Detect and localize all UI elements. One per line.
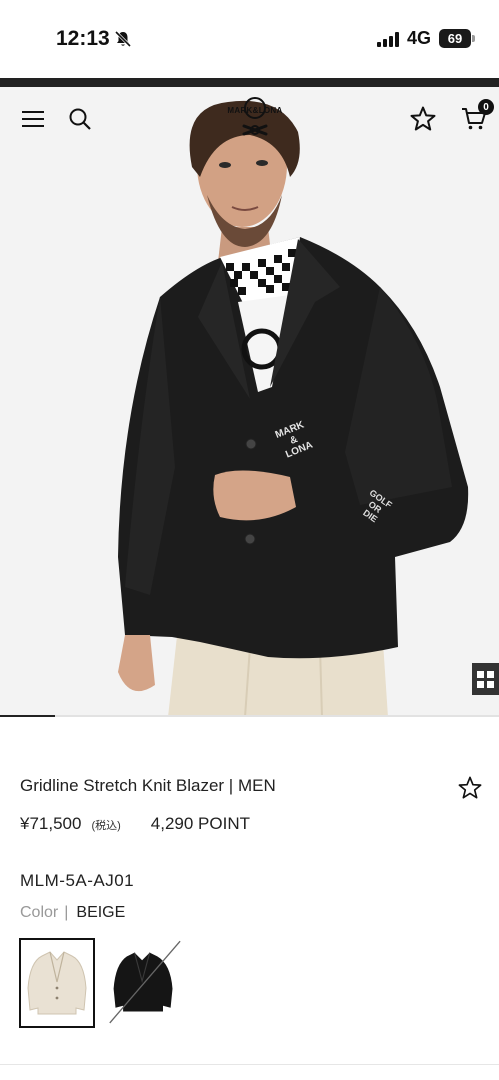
- grid-icon: [477, 670, 494, 688]
- color-label: Color: [20, 904, 59, 921]
- selected-color: BEIGE: [76, 904, 126, 921]
- product-price: ¥71,500: [20, 814, 82, 833]
- logo-text: MARK&LONA: [227, 106, 283, 115]
- grid-view-toggle[interactable]: [472, 663, 499, 695]
- status-time: 12:13: [56, 27, 132, 51]
- cart-count-badge: 0: [478, 99, 494, 115]
- battery-icon: 69: [439, 29, 475, 48]
- favorites-star-icon[interactable]: [409, 105, 437, 133]
- menu-icon[interactable]: [19, 105, 47, 133]
- add-to-favorites-star-icon[interactable]: [458, 776, 484, 802]
- battery-level: 69: [439, 29, 471, 48]
- color-swatch-black-unavailable[interactable]: [106, 938, 182, 1028]
- carousel-progress: [0, 715, 499, 717]
- network-type: 4G: [406, 28, 431, 48]
- bell-slash-icon: [114, 30, 131, 48]
- status-indicators: 4G 69: [376, 28, 475, 49]
- carousel-progress-fill: [0, 715, 55, 717]
- logo-skull-icon: [242, 97, 268, 136]
- product-image-carousel[interactable]: MARK & LONA GOLF OR DIE: [0, 87, 499, 717]
- cart-icon[interactable]: 0: [460, 99, 494, 133]
- section-divider: [0, 1064, 499, 1065]
- black-blazer-thumbnail: [109, 940, 181, 1024]
- search-icon[interactable]: [66, 105, 94, 133]
- brand-logo[interactable]: MARK&LONA: [222, 96, 288, 138]
- top-divider: [0, 78, 499, 87]
- color-swatch-beige[interactable]: [19, 938, 95, 1028]
- tax-note: (税込): [91, 820, 121, 832]
- product-name: Gridline Stretch Knit Blazer | MEN: [20, 776, 276, 795]
- color-separator: |: [64, 904, 69, 921]
- product-sku: MLM-5A-AJ01: [20, 871, 135, 890]
- beige-blazer-thumbnail: [27, 951, 87, 1015]
- product-photo: MARK & LONA GOLF OR DIE: [0, 87, 499, 717]
- price-row: ¥71,500 (税込) 4,290 POINT: [20, 814, 250, 834]
- signal-icon: [376, 31, 399, 47]
- reward-points: 4,290 POINT: [150, 814, 250, 833]
- status-bar: 12:13 4G 69: [0, 0, 499, 78]
- clock-text: 12:13: [56, 27, 110, 50]
- color-row: Color | BEIGE: [20, 904, 125, 922]
